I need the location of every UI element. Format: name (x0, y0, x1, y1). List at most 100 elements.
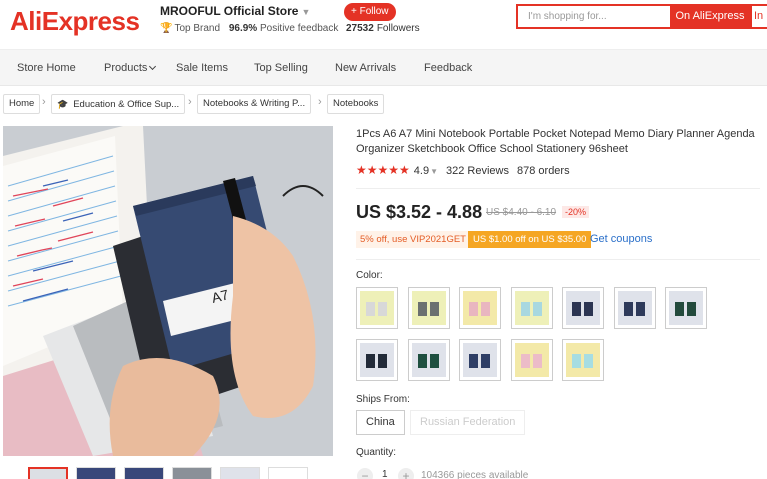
notebook-icon (520, 302, 530, 316)
thumbnail[interactable] (268, 467, 308, 479)
color-swatch[interactable] (407, 287, 450, 329)
color-swatch[interactable] (459, 287, 501, 329)
notebook-icon (532, 354, 542, 368)
notebook-icon (584, 354, 593, 368)
quantity-input[interactable]: 1 (382, 469, 388, 479)
aliexpress-logo[interactable]: AliExpress (10, 6, 140, 37)
notebook-icon (623, 302, 633, 316)
quantity-label: Quantity: (356, 447, 397, 458)
notebook-icon (572, 354, 581, 368)
rating-value[interactable]: 4.9 (414, 165, 429, 177)
notebook-icon (572, 302, 581, 316)
caret-down-icon[interactable]: ▼ (430, 167, 438, 176)
color-swatch[interactable] (562, 287, 604, 329)
color-swatch[interactable] (459, 339, 501, 381)
divider (356, 259, 760, 260)
notebook-icon (429, 354, 439, 368)
store-header: AliExpress MROOFUL Official Store ▼ 🏆 Top … (0, 0, 767, 50)
followers-count: 27532 (346, 23, 374, 34)
chevron-down-icon[interactable] (149, 62, 157, 71)
store-meta: 🏆 Top Brand 96.9% Positive feedback (160, 23, 338, 34)
nav-feedback[interactable]: Feedback (424, 50, 472, 86)
notebook-icon (417, 354, 427, 368)
notebook-icon (687, 302, 696, 316)
rating-row: ★★★★★ 4.9▼ 322 Reviews 878 orders (356, 163, 570, 177)
store-tag: Top Brand (174, 23, 221, 34)
follow-button[interactable]: + Follow (344, 3, 396, 21)
search-on-aliexpress-button[interactable]: On AliExpress (670, 4, 750, 29)
nav-top-selling[interactable]: Top Selling (254, 50, 308, 86)
color-swatch[interactable] (510, 287, 553, 329)
thumbnail[interactable] (220, 467, 260, 479)
color-swatch[interactable] (356, 287, 398, 329)
notebook-icon (366, 302, 375, 316)
color-swatch[interactable] (613, 287, 656, 329)
breadcrumb-education[interactable]: 🎓 Education & Office Sup... (51, 94, 186, 114)
notebook-icon (366, 354, 375, 368)
followers-label: Followers (376, 23, 420, 34)
feedback-percent: 96.9% (228, 23, 258, 34)
thumbnail[interactable] (76, 467, 116, 479)
notebook-icon (417, 302, 427, 316)
notebook-icon (532, 302, 542, 316)
search-in-store-button[interactable]: In (750, 4, 767, 29)
nav-products-label[interactable]: Products (104, 62, 147, 74)
notebook-icon (584, 302, 593, 316)
thumbnail[interactable] (172, 467, 212, 479)
chevron-right-icon: › (42, 96, 46, 108)
swatch-thumbnail (514, 343, 549, 377)
notebook-icon (635, 302, 645, 316)
nav-store-home[interactable]: Store Home (17, 50, 76, 86)
breadcrumb-notebooks[interactable]: Notebooks (327, 94, 385, 114)
trophy-icon: 🏆 (160, 23, 173, 34)
search-input[interactable]: I'm shopping for... (516, 4, 670, 29)
thumbnail[interactable] (124, 467, 164, 479)
ships-from-russia[interactable]: Russian Federation (410, 410, 526, 435)
color-swatch[interactable] (407, 339, 450, 381)
followers: 27532 Followers (346, 23, 420, 34)
nav-new-arrivals[interactable]: New Arrivals (335, 50, 396, 86)
breadcrumb-notebooks-writing[interactable]: Notebooks & Writing P... (197, 94, 312, 114)
get-coupons-link[interactable]: Get coupons (590, 233, 652, 245)
color-swatch[interactable] (356, 339, 398, 381)
ships-from-china[interactable]: China (356, 410, 405, 435)
notebook-icon (429, 302, 439, 316)
discount-badge: -20% (562, 206, 590, 218)
store-name-text[interactable]: MROOFUL Official Store (160, 4, 298, 18)
notebook-icon (481, 354, 490, 368)
color-swatch[interactable] (562, 339, 604, 381)
notebook-icon (675, 302, 684, 316)
orders-count: 878 orders (517, 165, 570, 177)
product-title: 1Pcs A6 A7 Mini Notebook Portable Pocket… (356, 128, 755, 155)
quantity-decrease-button[interactable]: − (357, 468, 373, 479)
star-rating-icon[interactable]: ★★★★★ (356, 163, 410, 177)
reviews-count[interactable]: 322 Reviews (446, 165, 509, 177)
swatch-thumbnail (566, 291, 600, 325)
product-main-image[interactable]: A7 (3, 126, 333, 456)
ships-from-label: Ships From: (356, 394, 410, 405)
store-name[interactable]: MROOFUL Official Store ▼ (160, 4, 310, 18)
chevron-right-icon: › (318, 96, 322, 108)
swatch-thumbnail (514, 291, 549, 325)
store-coupon-badge[interactable]: 5% off, use VIP2021GET (356, 231, 470, 248)
thumbnail[interactable] (28, 467, 68, 479)
swatch-thumbnail (360, 291, 394, 325)
notebook-photo: A7 (3, 126, 333, 456)
swatch-thumbnail (669, 291, 703, 325)
swatch-thumbnail (566, 343, 600, 377)
quantity-increase-button[interactable]: + (398, 468, 414, 479)
chevron-right-icon: › (188, 96, 192, 108)
notebook-icon (469, 354, 478, 368)
color-swatch[interactable] (510, 339, 553, 381)
swatch-thumbnail (463, 343, 497, 377)
swatch-thumbnail (463, 291, 497, 325)
color-swatch[interactable] (665, 287, 707, 329)
caret-down-icon[interactable]: ▼ (301, 7, 310, 17)
nav-products[interactable]: Products (104, 50, 157, 86)
breadcrumb-home[interactable]: Home (3, 94, 41, 114)
notebook-icon (378, 354, 387, 368)
promo-coupon-badge[interactable]: US $1.00 off on US $35.00 (468, 231, 592, 248)
notebook-icon (469, 302, 478, 316)
nav-sale-items[interactable]: Sale Items (176, 50, 228, 86)
breadcrumb-education-label[interactable]: Education & Office Sup... (73, 99, 179, 110)
